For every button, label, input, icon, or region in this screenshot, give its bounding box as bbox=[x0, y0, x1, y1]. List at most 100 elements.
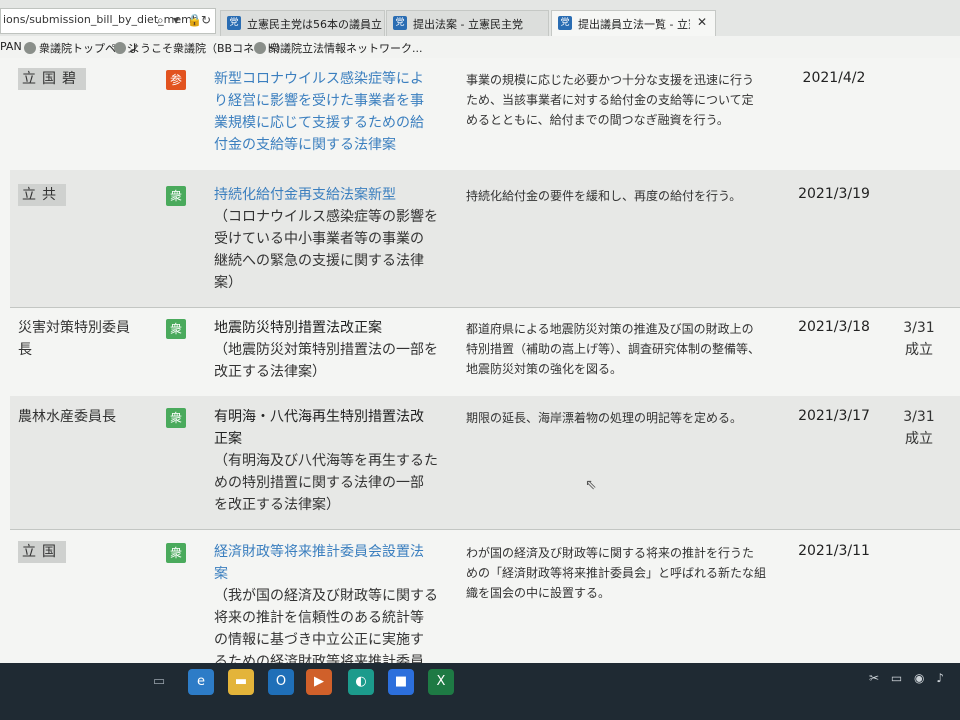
bill-row: 立共 衆 持続化給付金再支給法案新型 （コロナウイルス感染症等の影響を 受けている中小事… bbox=[10, 170, 960, 308]
result-line: 成立 bbox=[905, 431, 933, 447]
bill-subtitle-line: （地震防災対策特別措置法の一部を bbox=[214, 342, 438, 358]
bill-title-line[interactable]: 付金の支給等に関する法律案 bbox=[214, 134, 446, 156]
summary-line: ため、当該事業者に対する給付金の支給等について定 bbox=[466, 93, 754, 107]
bill-title-line[interactable]: 業規模に応じて支援するための給 bbox=[214, 112, 446, 134]
house-badge: 衆 bbox=[166, 319, 186, 339]
submission-date: 2021/3/18 bbox=[798, 319, 870, 335]
bill-name-cell: 持続化給付金再支給法案新型 （コロナウイルス感染症等の影響を 受けている中小事業者等… bbox=[214, 184, 446, 294]
tab-bar: ions/submission_bill_by_diet_memb ⌕ ▾ 🔒 … bbox=[0, 0, 960, 37]
bill-title-line[interactable]: り経営に影響を受けた事業者を事 bbox=[214, 90, 446, 112]
mouse-cursor-icon: ⇖ bbox=[585, 477, 597, 493]
outlook-icon[interactable]: O bbox=[268, 669, 294, 695]
excel-icon[interactable]: X bbox=[428, 669, 454, 695]
proposer-line: 農林水産委員長 bbox=[18, 409, 116, 425]
favorite-item[interactable]: 衆議院立法情報ネットワーク... bbox=[254, 40, 423, 56]
proposer-cell: 農林水産委員長 bbox=[18, 406, 116, 428]
submission-date: 2021/3/11 bbox=[798, 543, 870, 559]
bill-title-line[interactable]: 持続化給付金再支給法案新型 bbox=[214, 184, 446, 206]
result-line: 3/31 bbox=[903, 409, 935, 425]
tab-2[interactable]: 党 提出法案 - 立憲民主党 bbox=[386, 10, 549, 36]
bill-row: 立国 衆 経済財政等将来推計委員会設置法案 （我が国の経済及び財政等に関する 将来の推計… bbox=[10, 529, 960, 663]
result-cell: 3/31 成立 bbox=[894, 317, 944, 361]
media-player-icon[interactable]: ▶ bbox=[306, 669, 332, 695]
bill-title-line[interactable]: 新型コロナウイルス感染症等によ bbox=[214, 68, 446, 90]
url-text[interactable]: ions/submission_bill_by_diet_memb bbox=[3, 13, 199, 26]
favorites-bar: PAN 衆議院トップページ ようこそ衆議院（BBコネクト） 衆議院立法情報ネット… bbox=[0, 36, 960, 59]
bill-title-line: 地震防災特別措置法改正案 bbox=[214, 320, 382, 336]
house-badge: 衆 bbox=[166, 543, 186, 563]
summary-line: わが国の経済及び財政等に関する将来の推計を行うた bbox=[466, 546, 755, 560]
proposer-line: 長 bbox=[18, 342, 32, 358]
submission-date: 2021/4/2 bbox=[802, 70, 866, 86]
bill-subtitle-line: （我が国の経済及び財政等に関する bbox=[214, 588, 438, 604]
site-favicon-icon: 党 bbox=[227, 16, 241, 30]
browser-window: ions/submission_bill_by_diet_memb ⌕ ▾ 🔒 … bbox=[0, 0, 960, 663]
bill-row: 農林水産委員長 衆 有明海・八代海再生特別措置法改 正案 （有明海及び八代海等を再生する… bbox=[10, 396, 960, 530]
bill-title-line[interactable]: 経済財政等将来推計委員会設置法 bbox=[214, 541, 446, 563]
close-tab-icon[interactable]: ✕ bbox=[697, 15, 707, 29]
bill-name-cell: 経済財政等将来推計委員会設置法案 （我が国の経済及び財政等に関する 将来の推計を信頼… bbox=[214, 541, 446, 663]
tab-3[interactable]: 党 提出議員立法一覧 - 立憲民... ✕ bbox=[551, 10, 716, 36]
site-favicon-icon: 党 bbox=[393, 16, 407, 30]
favorite-icon bbox=[254, 42, 266, 54]
search-icon[interactable]: ⌕ bbox=[157, 13, 164, 28]
bill-title-line: 有明海・八代海再生特別措置法改 bbox=[214, 409, 424, 425]
bill-subtitle-line: 受けている中小事業者等の事業の bbox=[214, 231, 424, 247]
proposer-tag: 立国 bbox=[18, 541, 66, 563]
result-line: 成立 bbox=[905, 342, 933, 358]
submission-date: 2021/3/19 bbox=[798, 186, 870, 202]
proposer-cell: 災害対策特別委員長 bbox=[18, 317, 130, 361]
result-line: 3/31 bbox=[903, 320, 935, 336]
file-explorer-icon[interactable]: ▬ bbox=[228, 669, 254, 695]
bill-title-line[interactable]: 案 bbox=[214, 563, 446, 585]
address-bar[interactable]: ions/submission_bill_by_diet_memb ⌕ ▾ 🔒 … bbox=[0, 8, 216, 34]
bill-row: 災害対策特別委員長 衆 地震防災特別措置法改正案 （地震防災対策特別措置法の一部を 改正… bbox=[10, 307, 960, 397]
bill-subtitle-line: 案） bbox=[214, 275, 242, 291]
zoom-icon[interactable]: ■ bbox=[388, 669, 414, 695]
bill-name-cell: 地震防災特別措置法改正案 （地震防災対策特別措置法の一部を 改正する法律案） bbox=[214, 317, 446, 383]
tab-label: 提出議員立法一覧 - 立憲民... bbox=[578, 18, 690, 31]
task-view-icon[interactable]: ▭ bbox=[146, 669, 172, 695]
favorite-label: 衆議院立法情報ネットワーク... bbox=[269, 42, 423, 55]
summary-line: 事業の規模に応じた必要かつ十分な支援を迅速に行う bbox=[466, 73, 755, 87]
lock-icon: 🔒 bbox=[187, 13, 202, 27]
summary-cell: 持続化給付金の要件を緩和し、再度の給付を行う。 bbox=[466, 186, 784, 206]
bill-subtitle-line: るための経済財政等将来推計委員 bbox=[214, 654, 424, 663]
bill-subtitle-line: （コロナウイルス感染症等の影響を bbox=[214, 209, 438, 225]
proposer-cell: 立共 bbox=[18, 184, 66, 206]
house-badge: 衆 bbox=[166, 408, 186, 428]
edge-icon[interactable]: ◐ bbox=[348, 669, 374, 695]
bill-name-cell: 有明海・八代海再生特別措置法改 正案 （有明海及び八代海等を再生するた めの特別措置に… bbox=[214, 406, 446, 516]
bill-subtitle-line: めの特別措置に関する法律の一部 bbox=[214, 475, 424, 491]
taskbar: ▭ e ▬ O ▶ ◐ ■ X ✂ ▭ ◉ ♪ bbox=[0, 663, 960, 720]
system-tray[interactable]: ✂ ▭ ◉ ♪ bbox=[869, 671, 948, 685]
favorite-item[interactable]: PAN bbox=[0, 40, 22, 53]
submission-date: 2021/3/17 bbox=[798, 408, 870, 424]
tab-label: 提出法案 - 立憲民主党 bbox=[413, 18, 523, 31]
site-favicon-icon: 党 bbox=[558, 16, 572, 30]
refresh-icon[interactable]: ↻ bbox=[201, 13, 211, 27]
house-badge: 参 bbox=[166, 70, 186, 90]
summary-line: 持続化給付金の要件を緩和し、再度の給付を行う。 bbox=[466, 189, 742, 203]
summary-cell: 都道府県による地震防災対策の推進及び国の財政上の 特別措置（補助の嵩上げ等）、調査… bbox=[466, 319, 784, 379]
proposer-cell: 立国 bbox=[18, 541, 66, 563]
proposer-tag: 立共 bbox=[18, 184, 66, 206]
tab-label: 立憲民主党は56本の議員立法を... bbox=[247, 18, 382, 31]
summary-line: 特別措置（補助の嵩上げ等）、調査研究体制の整備等、 bbox=[466, 342, 761, 356]
bill-subtitle-line: 改正する法律案） bbox=[214, 364, 326, 380]
result-cell: 3/31 成立 bbox=[894, 406, 944, 450]
proposer-tag: 立国碧 bbox=[18, 68, 86, 90]
tab-1[interactable]: 党 立憲民主党は56本の議員立法を... bbox=[220, 10, 385, 36]
summary-line: 織を国会の中に設置する。 bbox=[466, 586, 611, 600]
bill-name-cell: 新型コロナウイルス感染症等によ り経営に影響を受けた事業者を事 業規模に応じて支援す… bbox=[214, 68, 446, 156]
bill-subtitle-line: （有明海及び八代海等を再生するた bbox=[214, 453, 438, 469]
proposer-line: 災害対策特別委員 bbox=[18, 320, 130, 336]
favorite-icon bbox=[114, 42, 126, 54]
edge-legacy-icon[interactable]: e bbox=[188, 669, 214, 695]
dropdown-icon[interactable]: ▾ bbox=[173, 13, 179, 27]
bill-title-line: 正案 bbox=[214, 431, 242, 447]
summary-line: めるとともに、給付までの間つなぎ融資を行う。 bbox=[466, 113, 729, 127]
bill-subtitle-line: 継続への緊急の支援に関する法律 bbox=[214, 253, 424, 269]
summary-line: めの「経済財政等将来推計委員会」と呼ばれる新たな組 bbox=[466, 566, 767, 580]
summary-cell: 事業の規模に応じた必要かつ十分な支援を迅速に行う ため、当該事業者に対する給付金の… bbox=[466, 70, 784, 130]
